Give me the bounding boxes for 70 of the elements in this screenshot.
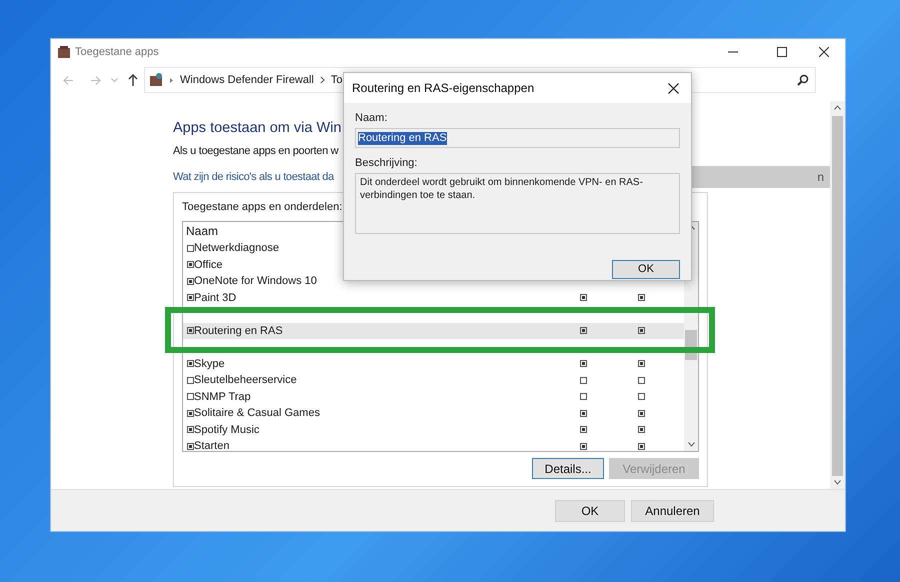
- checkbox[interactable]: [187, 442, 194, 450]
- checkbox[interactable]: [638, 294, 644, 302]
- selected-row[interactable]: Routering en RAS: [183, 322, 684, 339]
- firewall-icon: [57, 45, 71, 59]
- chevron-icon: [169, 78, 174, 82]
- cancel-button[interactable]: Annuleren: [631, 500, 714, 522]
- scroll-down-icon[interactable]: [688, 442, 694, 447]
- description-label: Beschrijving:: [355, 156, 418, 170]
- app-name: OneNote for Windows 10: [194, 274, 317, 289]
- scroll-down-icon[interactable]: [834, 480, 841, 485]
- checkbox[interactable]: [187, 376, 194, 384]
- checkbox[interactable]: [638, 426, 644, 434]
- app-name: Paint 3D: [194, 290, 236, 306]
- close-icon[interactable]: [819, 47, 829, 57]
- checkbox[interactable]: [638, 376, 644, 384]
- checkbox[interactable]: [638, 442, 644, 450]
- app-name: Sleutelbeheerservice: [194, 373, 297, 388]
- app-name: Spotify Music: [194, 422, 260, 438]
- checkbox[interactable]: [580, 393, 586, 400]
- page-heading: Apps toestaan om via Win: [173, 119, 342, 138]
- maximize-icon[interactable]: [777, 47, 787, 57]
- chevron-icon: [320, 76, 325, 84]
- ok-button[interactable]: OK: [555, 500, 625, 522]
- checkbox[interactable]: [187, 294, 194, 302]
- app-name: Routering en RAS: [194, 324, 283, 338]
- scroll-thumb[interactable]: [832, 116, 843, 476]
- group-label: Toegestane apps en onderdelen:: [182, 200, 342, 215]
- app-name: Solitaire & Casual Games: [194, 406, 320, 421]
- checkbox[interactable]: [187, 360, 194, 368]
- search-icon[interactable]: [797, 74, 809, 86]
- details-button[interactable]: Details...: [532, 458, 604, 479]
- breadcrumb[interactable]: Windows Defender Firewall: [180, 72, 314, 88]
- checkbox[interactable]: [638, 327, 644, 334]
- breadcrumb[interactable]: To: [330, 72, 343, 88]
- column-header: Naam: [185, 223, 220, 240]
- up-icon[interactable]: [128, 74, 138, 86]
- checkbox[interactable]: [580, 327, 586, 334]
- app-name: Skype: [194, 356, 225, 372]
- app-name: SNMP Trap: [194, 390, 251, 404]
- firewall-icon: [149, 73, 163, 87]
- close-icon[interactable]: [668, 82, 679, 94]
- selected-text: Routering en RAS: [358, 132, 447, 144]
- checkbox[interactable]: [187, 244, 194, 252]
- checkbox[interactable]: [187, 410, 194, 417]
- checkbox[interactable]: [638, 360, 644, 368]
- dialog-title: Routering en RAS-eigenschappen: [352, 80, 534, 97]
- window-title: Toegestane apps: [75, 44, 159, 60]
- checkbox[interactable]: [580, 442, 586, 450]
- app-name: Starten: [194, 439, 230, 451]
- checkbox[interactable]: [638, 410, 644, 417]
- intro-text: Als u toegestane apps en poorten w: [173, 144, 338, 159]
- checkbox[interactable]: [187, 327, 194, 334]
- checkbox[interactable]: [580, 376, 586, 384]
- scroll-up-icon[interactable]: [834, 105, 841, 110]
- checkbox[interactable]: [580, 426, 586, 434]
- checkbox[interactable]: [638, 393, 644, 400]
- name-label: Naam:: [355, 111, 388, 125]
- checkbox[interactable]: [187, 426, 194, 434]
- checkbox[interactable]: [187, 278, 194, 285]
- name-field[interactable]: Routering en RAS: [355, 128, 680, 148]
- ok-button[interactable]: OK: [612, 260, 680, 279]
- checkbox[interactable]: [580, 360, 586, 368]
- risk-link[interactable]: Wat zijn de risico's als u toestaat da: [173, 168, 334, 186]
- app-name: Netwerkdiagnose: [194, 241, 279, 256]
- checkbox[interactable]: [580, 410, 586, 417]
- checkbox[interactable]: [187, 261, 194, 268]
- checkbox[interactable]: [187, 393, 194, 400]
- app-name: Office: [194, 258, 223, 272]
- checkbox[interactable]: [580, 294, 586, 302]
- description-text: Dit onderdeel wordt gebruikt om binnenkomende VPN- en RAS-verbindingen toe te staan.: [355, 173, 680, 234]
